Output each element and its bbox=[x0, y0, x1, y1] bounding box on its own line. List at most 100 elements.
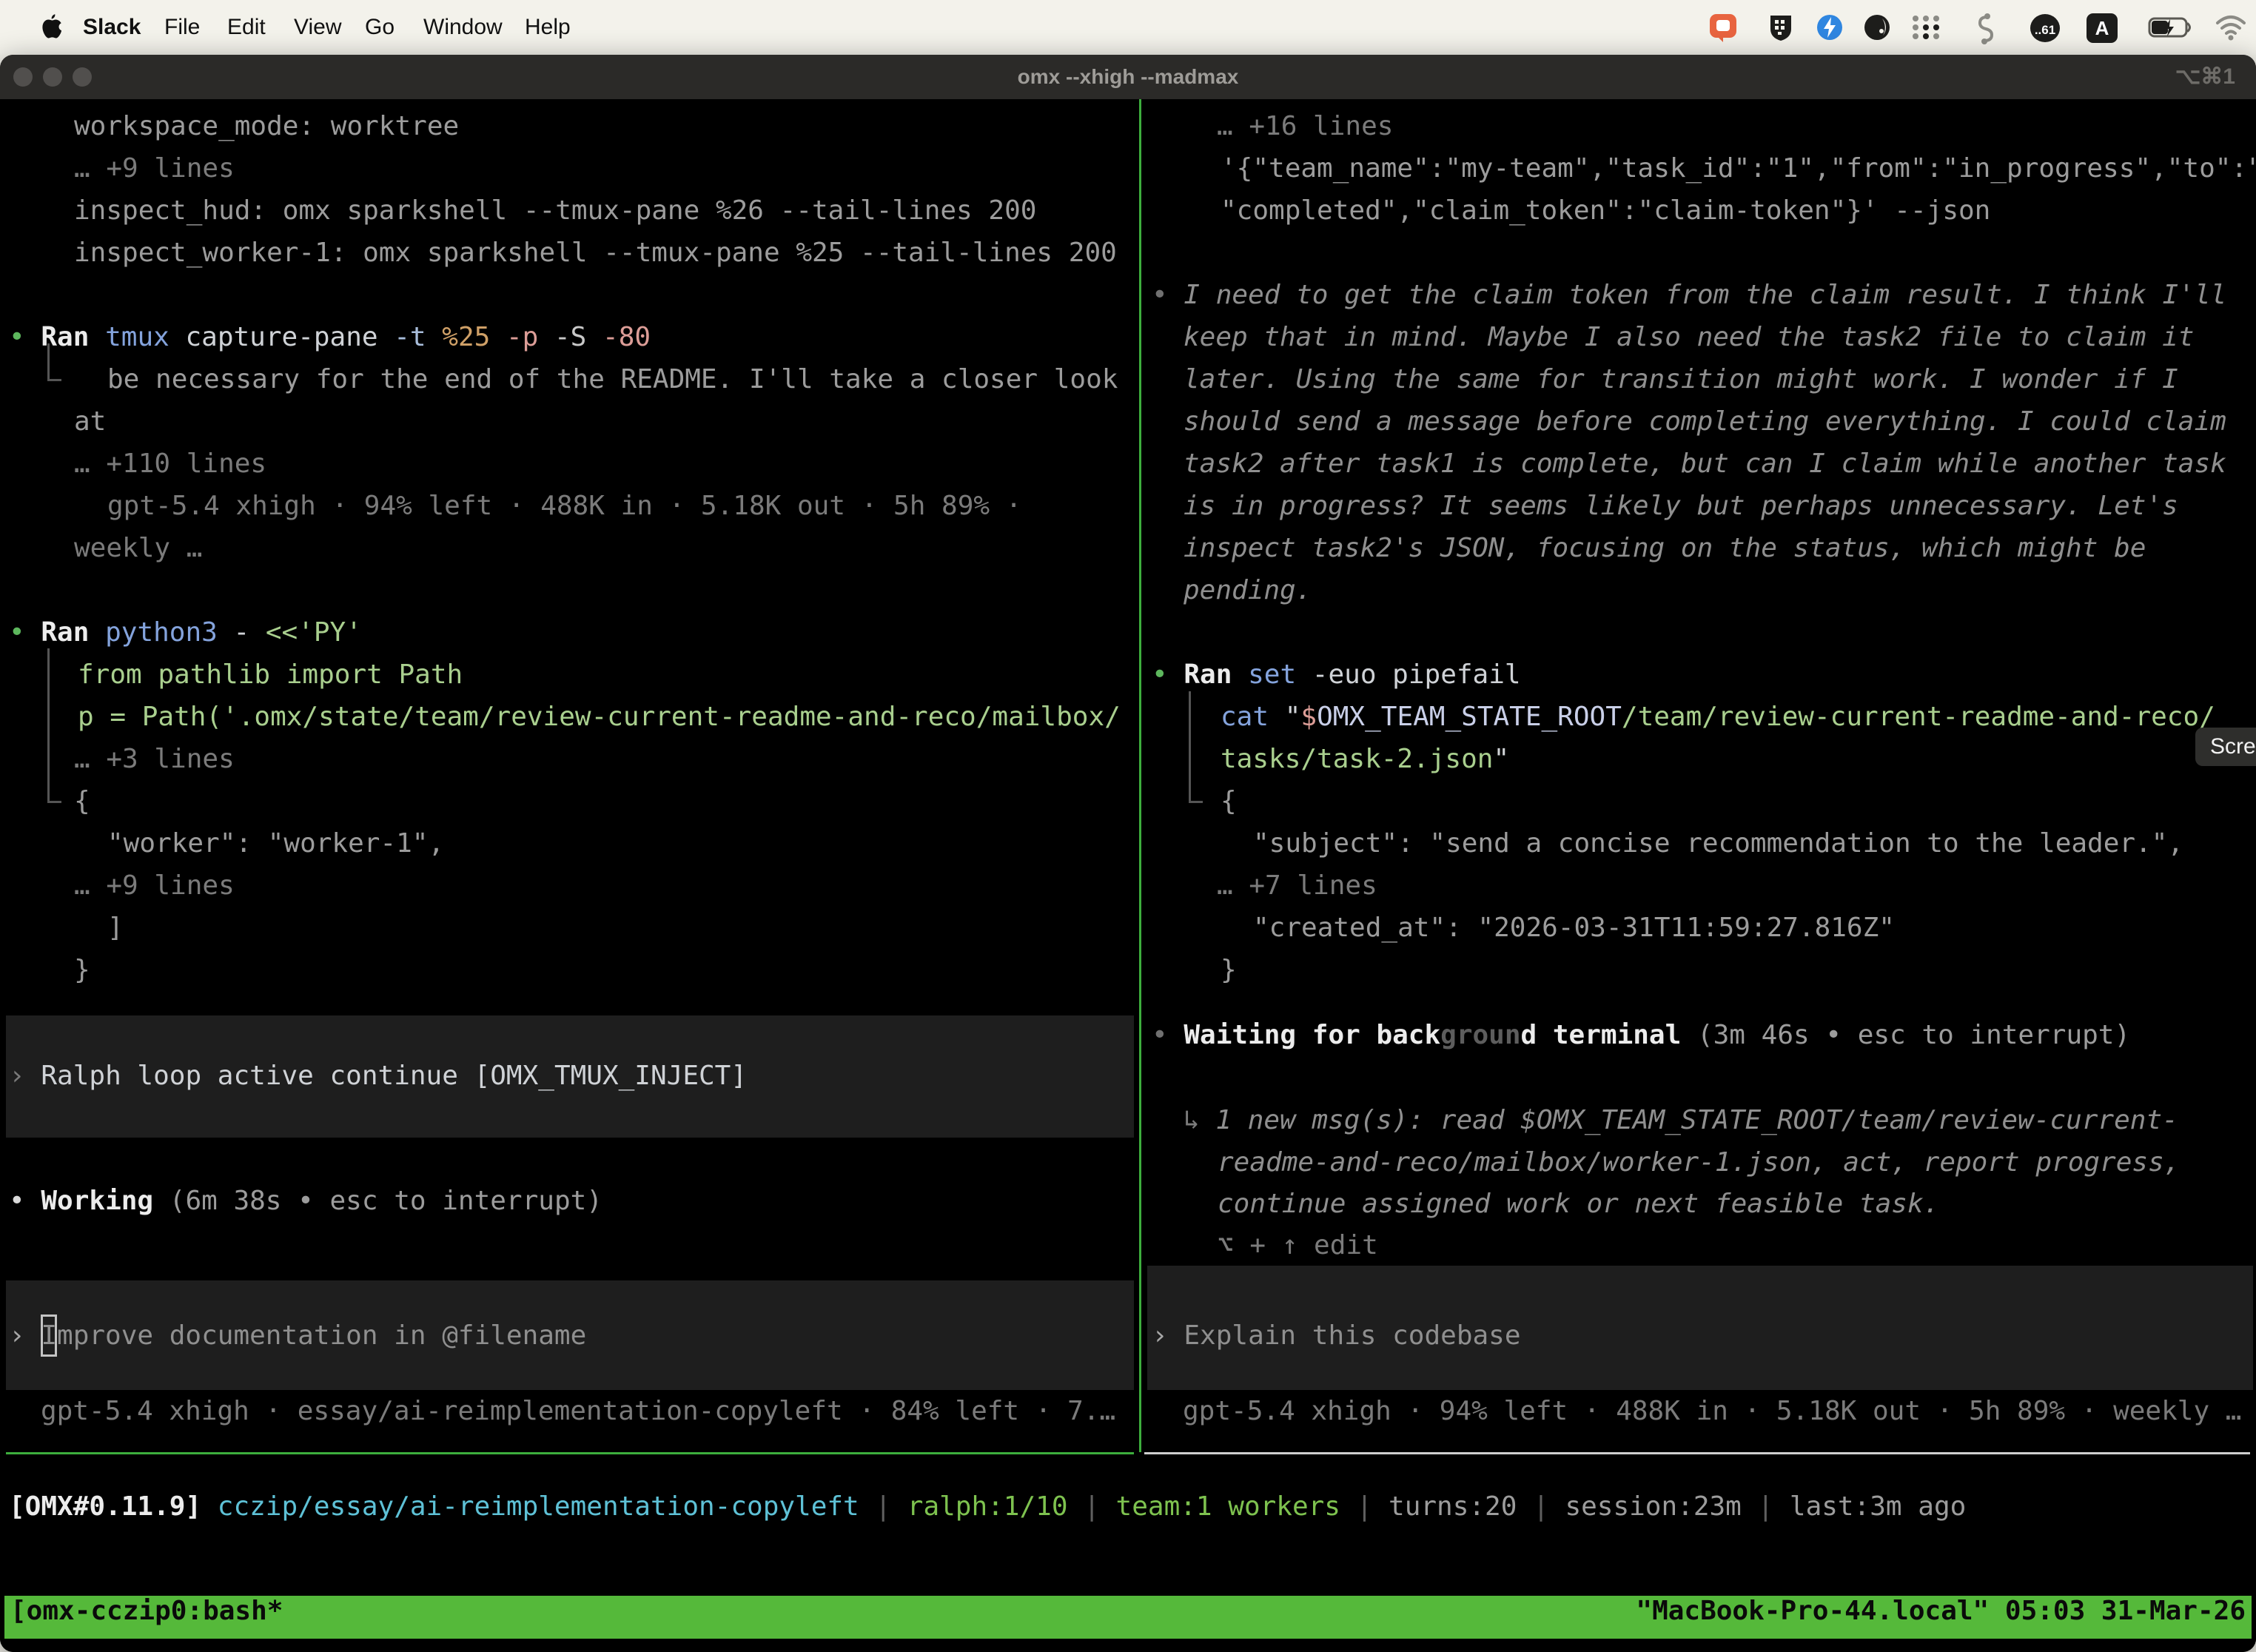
left-output-line: … +3 lines bbox=[74, 738, 235, 780]
text-segment: be necessary for the end of the README. … bbox=[107, 364, 1118, 394]
terminal-content[interactable]: workspace_mode: worktree … +9 lines inspec… bbox=[0, 99, 2256, 1652]
text-segment bbox=[1232, 659, 1248, 690]
left-output-line: workspace_mode: worktree bbox=[74, 105, 459, 147]
left-output-line: be necessary for the end of the README. … bbox=[107, 358, 1118, 400]
menu-item-view[interactable]: View bbox=[294, 0, 341, 55]
left-output-line: weekly … bbox=[74, 527, 202, 569]
left-output-line: } bbox=[74, 949, 90, 991]
menu-item-window[interactable]: Window bbox=[423, 0, 503, 55]
text-segment: d terminal bbox=[1521, 1020, 1682, 1050]
text-segment: ↳ bbox=[1184, 1105, 1215, 1135]
right-msg-line: readme-and-reco/mailbox/worker-1.json, a… bbox=[1218, 1141, 2180, 1183]
text-segment: session:23m bbox=[1565, 1491, 1741, 1522]
left-output-line: "worker": "worker-1", bbox=[107, 822, 444, 864]
menu-item-help[interactable]: Help bbox=[525, 0, 571, 55]
right-thinking-line: inspect task2's JSON, focusing on the st… bbox=[1184, 527, 2146, 569]
text-segment: should send a message before completing … bbox=[1184, 406, 2226, 437]
text-segment: -80 bbox=[586, 322, 651, 352]
text-segment: cat bbox=[1221, 702, 1269, 732]
ralph-loop-line: › Ralph loop active continue [OMX_TMUX_I… bbox=[9, 1055, 747, 1097]
tmux-status-bar: [omx-cczip0:bash* "MacBook-Pro-44.local"… bbox=[4, 1596, 2252, 1639]
chat-app-icon[interactable] bbox=[1708, 13, 1738, 42]
text-segment: gpt-5.4 xhigh · 94% left · 488K in · 5.1… bbox=[1183, 1396, 2241, 1426]
text-segment: set bbox=[1248, 659, 1296, 690]
menu-item-file[interactable]: File bbox=[164, 0, 200, 55]
text-segment: " bbox=[1493, 744, 1509, 774]
text-segment: "worker": "worker-1", bbox=[107, 828, 444, 859]
right-code-line: tasks/task-2.json" bbox=[1221, 738, 1509, 780]
left-input-line: › Improve documentation in @filename bbox=[9, 1314, 586, 1357]
blue-badge-icon[interactable] bbox=[1815, 13, 1844, 42]
text-segment: -S bbox=[538, 322, 586, 352]
text-segment: Waiting for back bbox=[1184, 1020, 1440, 1050]
left-output-line: … +9 lines bbox=[74, 864, 235, 907]
pane-divider-vertical[interactable] bbox=[1139, 99, 1141, 1452]
text-segment: … +110 lines bbox=[74, 449, 266, 479]
text-segment bbox=[201, 1491, 218, 1522]
right-output-line: … +16 lines bbox=[1217, 105, 1393, 147]
text-segment: "created_at": "2026-03-31T11:59:27.816Z" bbox=[1253, 913, 1895, 943]
window-title: omx --xhigh --madmax bbox=[0, 55, 2256, 99]
text-segment: ⌥ + ↑ edit bbox=[1218, 1230, 1378, 1260]
text-segment: later. Using the same for transition mig… bbox=[1184, 364, 2178, 394]
text-segment: • bbox=[1152, 659, 1168, 690]
text-segment: task2 after task1 is complete, but can I… bbox=[1184, 449, 2226, 479]
text-segment: › bbox=[1152, 1320, 1168, 1351]
dots-grid-icon[interactable] bbox=[1910, 13, 1942, 42]
left-pane-bottom-border bbox=[6, 1452, 1134, 1454]
right-output-line: "subject": "send a concise recommendatio… bbox=[1253, 822, 2183, 864]
right-ran-set: • Ran set -euo pipefail bbox=[1152, 654, 1521, 696]
text-segment: inspect_worker-1: omx sparkshell --tmux-… bbox=[74, 238, 1117, 268]
tmux-session-label: [omx-cczip0:bash* bbox=[10, 1596, 283, 1639]
text-segment: python3 bbox=[105, 617, 218, 648]
left-output-line: … +9 lines bbox=[74, 147, 235, 189]
text-segment: inspect_hud: omx sparkshell --tmux-pane … bbox=[74, 195, 1036, 226]
text-segment: workspace_mode: worktree bbox=[74, 111, 459, 141]
text-segment: inspect task2's JSON, focusing on the st… bbox=[1184, 533, 2146, 563]
screen: Slack File Edit View Go Window Help ..61 bbox=[0, 0, 2256, 1652]
right-msg-line: ↳ 1 new msg(s): read $OMX_TEAM_STATE_ROO… bbox=[1184, 1099, 2178, 1141]
text-segment: p = Path('.omx/state/team/review-current… bbox=[78, 702, 1121, 732]
shield-grid-icon[interactable] bbox=[1766, 13, 1796, 42]
waiting-status-line: • Waiting for background terminal (3m 46… bbox=[1152, 1014, 2130, 1056]
left-output-line: inspect_worker-1: omx sparkshell --tmux-… bbox=[74, 232, 1117, 274]
left-output-line: … +110 lines bbox=[74, 443, 266, 485]
text-segment: › bbox=[9, 1320, 25, 1351]
text-segment: gpt-5.4 xhigh · 94% left · 488K in · 5.1… bbox=[107, 491, 1021, 521]
wifi-icon[interactable] bbox=[2215, 13, 2247, 42]
input-source-icon[interactable]: A bbox=[2086, 13, 2118, 42]
left-ran-tmux: • Ran tmux capture-pane -t %25 -p -S -80 bbox=[9, 316, 651, 358]
text-segment: tasks/task-2.json bbox=[1221, 744, 1493, 774]
text-segment: groun bbox=[1440, 1020, 1520, 1050]
tree-connector bbox=[1189, 691, 1203, 803]
battery-icon[interactable] bbox=[2148, 13, 2194, 42]
text-segment: last:3m ago bbox=[1790, 1491, 1966, 1522]
right-output-line: '{"team_name":"my-team","task_id":"1","f… bbox=[1221, 147, 2256, 189]
text-segment bbox=[25, 1186, 41, 1216]
text-segment: [OMX#0.11.9] bbox=[9, 1491, 201, 1522]
count-badge-label: ..61 bbox=[2035, 23, 2055, 37]
edit-hint-line: ⌥ + ↑ edit bbox=[1218, 1224, 1378, 1266]
text-segment: … +9 lines bbox=[74, 870, 235, 901]
working-status-line: • Working (6m 38s • esc to interrupt) bbox=[9, 1180, 602, 1222]
text-segment: -t bbox=[378, 322, 426, 352]
text-segment bbox=[1168, 1020, 1184, 1050]
s-curve-icon[interactable] bbox=[1970, 13, 1995, 42]
text-segment: | bbox=[1068, 1491, 1116, 1522]
text-segment: mprove documentation in @filename bbox=[57, 1320, 586, 1351]
text-segment bbox=[25, 617, 41, 648]
apple-menu-icon[interactable] bbox=[38, 12, 64, 45]
right-output-line: "completed","claim_token":"claim-token"}… bbox=[1221, 189, 1990, 232]
text-segment: from pathlib import Path bbox=[78, 659, 463, 690]
count-badge-icon[interactable]: ..61 bbox=[2029, 13, 2061, 42]
right-output-line: … +7 lines bbox=[1217, 864, 1377, 907]
text-segment bbox=[1168, 659, 1184, 690]
text-segment: • bbox=[1152, 1020, 1168, 1050]
menu-item-go[interactable]: Go bbox=[365, 0, 395, 55]
pie-icon[interactable] bbox=[1862, 13, 1892, 42]
text-segment: Ran bbox=[41, 322, 89, 352]
menu-item-slack[interactable]: Slack bbox=[83, 0, 141, 55]
text-segment: continue assigned work or next feasible … bbox=[1218, 1189, 1939, 1219]
text-segment: %25 bbox=[426, 322, 491, 352]
menu-item-edit[interactable]: Edit bbox=[227, 0, 266, 55]
